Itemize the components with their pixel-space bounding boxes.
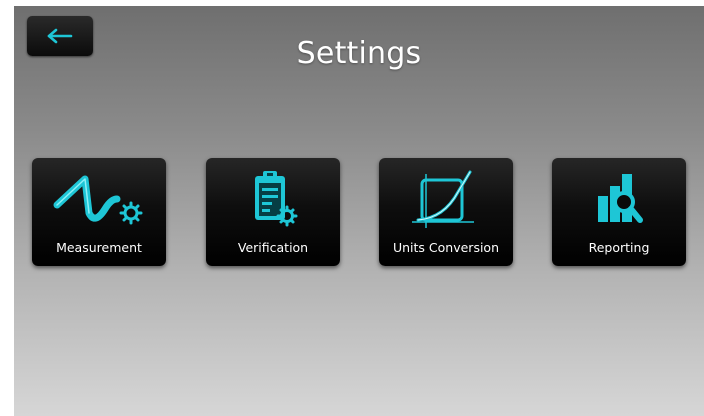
- waveform-gear-icon: [32, 164, 166, 234]
- verification-tile[interactable]: Verification: [206, 158, 340, 266]
- settings-screen: Settings Measurement Verification Units …: [14, 6, 704, 416]
- tile-label: Verification: [237, 240, 309, 255]
- measurement-tile[interactable]: Measurement: [32, 158, 166, 266]
- reporting-tile[interactable]: Reporting: [552, 158, 686, 266]
- tile-label: Reporting: [588, 240, 650, 255]
- bar-chart-magnifier-icon: [552, 164, 686, 234]
- page-title: Settings: [296, 36, 422, 71]
- curve-graph-icon: [379, 164, 513, 234]
- units-conversion-tile[interactable]: Units Conversion: [379, 158, 513, 266]
- tile-label: Units Conversion: [392, 240, 499, 255]
- tile-label: Measurement: [56, 240, 142, 255]
- clipboard-gear-icon: [206, 164, 340, 234]
